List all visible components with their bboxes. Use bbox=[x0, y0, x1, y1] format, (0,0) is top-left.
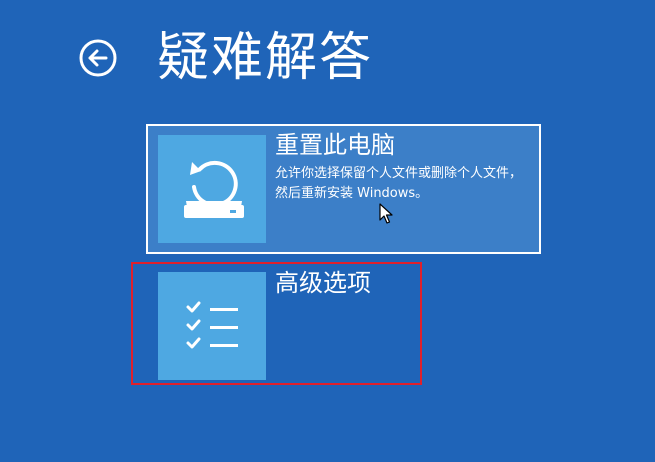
advanced-options-tile bbox=[158, 272, 266, 380]
reset-pc-option[interactable]: 重置此电脑 允许你选择保留个人文件或删除个人文件，然后重新安装 Windows。 bbox=[146, 124, 541, 254]
advanced-options-title: 高级选项 bbox=[275, 269, 371, 297]
checklist-icon bbox=[186, 301, 238, 349]
mouse-cursor-icon bbox=[379, 203, 393, 224]
back-arrow-icon bbox=[79, 39, 117, 77]
back-button[interactable] bbox=[78, 38, 118, 78]
advanced-options-option[interactable]: 高级选项 bbox=[131, 262, 422, 385]
reset-pc-description: 允许你选择保留个人文件或删除个人文件，然后重新安装 Windows。 bbox=[275, 166, 523, 201]
reset-pc-icon bbox=[184, 160, 244, 218]
page-title: 疑难解答 bbox=[157, 28, 374, 88]
reset-pc-title: 重置此电脑 bbox=[275, 131, 395, 159]
reset-pc-tile bbox=[158, 135, 266, 243]
troubleshoot-screen: { "header": { "title": "疑难解答", "back_ico… bbox=[0, 0, 655, 462]
